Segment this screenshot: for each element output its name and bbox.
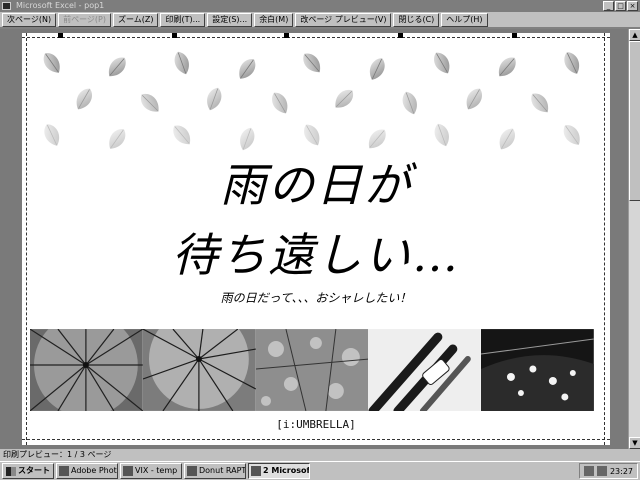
vertical-scrollbar[interactable]: ▲ ▼: [628, 29, 640, 449]
scroll-down-arrow-icon[interactable]: ▼: [629, 437, 640, 449]
maximize-button[interactable]: □: [615, 1, 626, 11]
bottom-margin-guide[interactable]: [22, 439, 610, 440]
excel-icon: [251, 466, 261, 476]
column-handle[interactable]: [284, 33, 289, 38]
taskbar-button-photoshop[interactable]: Adobe Photos...: [56, 463, 118, 479]
close-preview-button[interactable]: 閉じる(C): [393, 13, 440, 27]
task-label: VIX - temp: [135, 466, 178, 475]
taskbar-button-excel[interactable]: 2 Microsof...: [248, 463, 310, 479]
start-button[interactable]: スタート: [2, 463, 54, 479]
umbrella-photo-3: [255, 329, 369, 411]
page-break-preview-button[interactable]: 改ページ プレビュー(V): [295, 13, 392, 27]
photoshop-icon: [59, 466, 69, 476]
umbrella-photo-2: [142, 329, 256, 411]
headline-line-2: 待ち遠しい…: [172, 228, 460, 282]
start-label: スタート: [18, 466, 50, 475]
speaker-icon[interactable]: [596, 466, 607, 476]
print-preview-toolbar: 次ページ(N) 前ページ(P) ズーム(Z) 印刷(T)... 設定(S)...…: [0, 12, 640, 28]
windows-logo-icon: [6, 466, 16, 476]
zoom-button[interactable]: ズーム(Z): [112, 13, 159, 27]
previous-page-button[interactable]: 前ページ(P): [58, 13, 111, 27]
taskbar: スタート Adobe Photos... VIX - temp Donut RA…: [0, 461, 640, 480]
taskbar-button-donut[interactable]: Donut RAPT -...: [184, 463, 246, 479]
column-handle[interactable]: [398, 33, 403, 38]
status-bar: 印刷プレビュー：1 / 3 ページ: [0, 449, 640, 461]
flower-umbrella-photo: [481, 329, 594, 411]
excel-icon: [2, 2, 11, 10]
task-label: Adobe Photos...: [71, 466, 117, 475]
brand-logo: [i:UMBRELLA]: [276, 418, 356, 431]
vix-icon: [123, 466, 133, 476]
column-handle[interactable]: [512, 33, 517, 38]
system-tray: 23:27: [578, 463, 638, 479]
scroll-up-arrow-icon[interactable]: ▲: [629, 29, 640, 41]
column-handle[interactable]: [58, 33, 63, 38]
ime-icon[interactable]: [583, 466, 594, 476]
leaf-row-3: [40, 120, 585, 154]
subheadline: 雨の日だって、、、おシャレしたい！: [220, 291, 412, 305]
print-button[interactable]: 印刷(T)...: [160, 13, 206, 27]
headline-line-1: 雨の日が: [220, 158, 412, 212]
next-page-button[interactable]: 次ページ(N): [2, 13, 57, 27]
window-title: Microsoft Excel - pop1: [16, 1, 105, 10]
title-bar: Microsoft Excel - pop1 _ □ ×: [0, 0, 640, 12]
setup-button[interactable]: 設定(S)...: [207, 13, 253, 27]
umbrella-photo-1: [30, 329, 143, 411]
help-button[interactable]: ヘルプ(H): [441, 13, 488, 27]
window-controls: _ □ ×: [603, 1, 638, 11]
clock[interactable]: 23:27: [610, 467, 633, 476]
taskbar-button-vix[interactable]: VIX - temp: [120, 463, 182, 479]
task-label: Donut RAPT -...: [199, 466, 246, 475]
photo-strip: [30, 329, 594, 411]
column-handle[interactable]: [172, 33, 177, 38]
leaf-row-1: [39, 48, 584, 84]
scroll-thumb[interactable]: [629, 41, 640, 201]
leaf-row-2: [71, 84, 554, 118]
task-label: 2 Microsof...: [263, 466, 310, 475]
top-margin-guide[interactable]: [22, 37, 610, 38]
minimize-button[interactable]: _: [603, 1, 614, 11]
folded-umbrellas-photo: [368, 329, 482, 411]
browser-icon: [187, 466, 197, 476]
close-button[interactable]: ×: [627, 1, 638, 11]
leaf-pattern-header: [39, 48, 585, 154]
preview-page[interactable]: 雨の日が 待ち遠しい… 雨の日だって、、、おシャレしたい！ [i:UMBRELL…: [22, 33, 610, 445]
margins-button[interactable]: 余白(M): [254, 13, 294, 27]
